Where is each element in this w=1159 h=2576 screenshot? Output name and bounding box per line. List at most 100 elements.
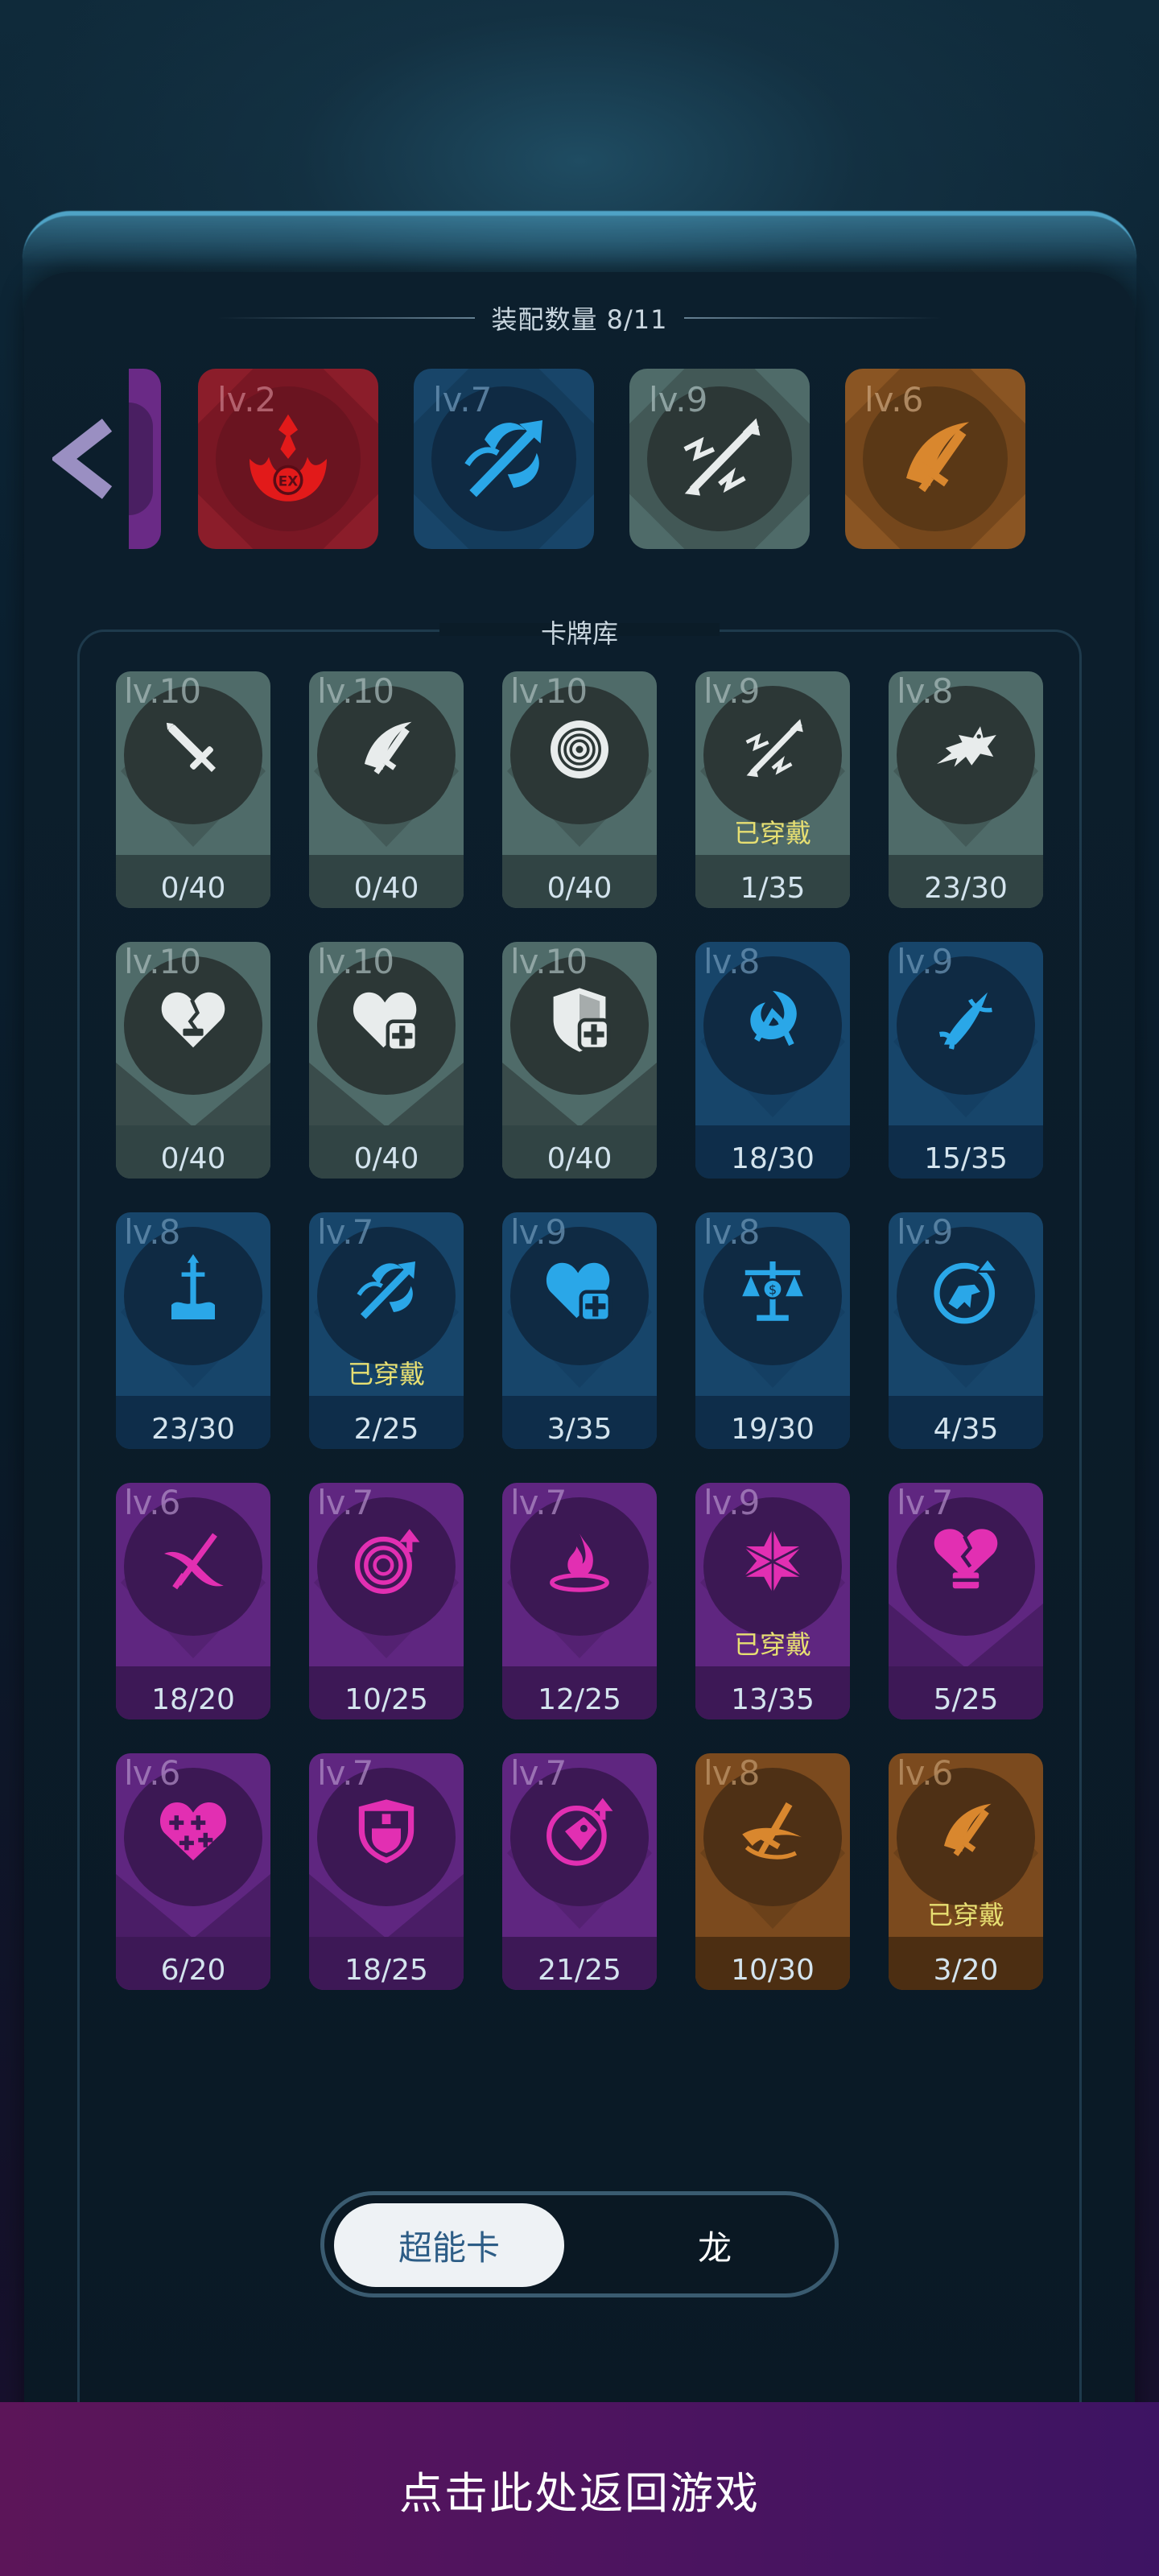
sword-icon — [157, 713, 229, 786]
card-count: 0/40 — [160, 872, 226, 905]
card-count: 23/30 — [924, 872, 1008, 905]
worn-label: 已穿戴 — [733, 1629, 811, 1660]
card-count: 0/40 — [353, 872, 419, 905]
scale-dollar-icon: $ — [736, 1254, 809, 1327]
category-toggle: 超能卡 龙 — [320, 2191, 839, 2297]
equipped-card[interactable]: lv.2 EX — [198, 369, 378, 549]
library-card[interactable]: lv.7 已穿戴 2/25 — [309, 1212, 464, 1449]
equip-count-title: 装配数量 8/11 — [491, 304, 668, 335]
library-card[interactable]: lv.9 已穿戴 13/35 — [695, 1483, 850, 1719]
card-count: 15/35 — [924, 1142, 1008, 1175]
card-level: lv.8 — [897, 671, 953, 711]
card-level: lv.9 — [897, 942, 953, 981]
library-card[interactable]: lv.10 0/40 — [116, 942, 270, 1179]
sword-slash-icon — [930, 1795, 1002, 1868]
library-card[interactable]: lv.10 0/40 — [309, 942, 464, 1179]
chevron-left-icon[interactable] — [50, 417, 119, 501]
equipped-card[interactable]: lv.7 — [414, 369, 594, 549]
library-card[interactable]: lv.9 已穿戴 1/35 — [695, 671, 850, 908]
card-library-title: 卡牌库 — [540, 618, 618, 649]
library-card[interactable]: lv.7 12/25 — [502, 1483, 657, 1719]
card-level: lv.6 — [124, 1753, 180, 1793]
heart-multi-plus-icon — [157, 1795, 229, 1868]
library-card[interactable]: lv.10 0/40 — [502, 942, 657, 1179]
sword-slash-icon — [350, 713, 423, 786]
library-card[interactable]: lv.8 18/30 — [695, 942, 850, 1179]
lightning-arrow-icon — [736, 713, 809, 786]
card-count: 13/35 — [731, 1683, 815, 1716]
library-card[interactable]: lv.10 0/40 — [502, 671, 657, 908]
tab-super-cards[interactable]: 超能卡 — [334, 2203, 564, 2287]
card-level: lv.10 — [510, 671, 588, 711]
card-count: 21/25 — [538, 1954, 621, 1987]
library-card[interactable]: lv.7 21/25 — [502, 1753, 657, 1990]
card-level: lv.6 — [897, 1753, 953, 1793]
card-level: lv.10 — [317, 671, 394, 711]
card-level: lv.8 — [703, 1212, 760, 1252]
card-level: lv.8 — [703, 1753, 760, 1793]
lightning-arrow-icon — [671, 411, 768, 507]
worn-label: 已穿戴 — [347, 1359, 425, 1389]
worn-label: 已穿戴 — [733, 818, 811, 848]
card-count: 4/35 — [933, 1413, 999, 1446]
card-level: lv.8 — [124, 1212, 180, 1252]
card-count: 18/25 — [344, 1954, 428, 1987]
target-up-icon — [350, 1525, 423, 1597]
library-card[interactable]: lv.8 10/30 — [695, 1753, 850, 1990]
card-count: 0/40 — [353, 1142, 419, 1175]
equipped-card-partial[interactable] — [129, 369, 161, 549]
card-level: lv.9 — [897, 1212, 953, 1252]
shield-plus-icon — [543, 984, 616, 1056]
hex-star-icon — [736, 1525, 809, 1597]
library-card[interactable]: lv.7 18/25 — [309, 1753, 464, 1990]
tab-dragon[interactable]: 龙 — [600, 2203, 830, 2287]
return-to-game-button[interactable]: 点击此处返回游戏 — [0, 2402, 1159, 2576]
return-to-game-label: 点击此处返回游戏 — [399, 2467, 760, 2519]
card-count: 5/25 — [933, 1683, 999, 1716]
card-count: 19/30 — [731, 1413, 815, 1446]
equipped-card[interactable]: lv.9 — [629, 369, 810, 549]
dragon-swirl-icon — [736, 984, 809, 1056]
card-level: lv.8 — [703, 942, 760, 981]
target-rings-icon — [543, 713, 616, 786]
card-count: 10/30 — [731, 1954, 815, 1987]
card-count: 0/40 — [547, 1142, 612, 1175]
card-level: lv.6 — [124, 1483, 180, 1522]
card-level: lv.7 — [510, 1483, 567, 1522]
card-count: 3/20 — [933, 1954, 999, 1987]
sword-slash-icon — [887, 411, 984, 507]
fire-pool-icon — [543, 1525, 616, 1597]
library-card[interactable]: lv.8 23/30 — [889, 671, 1043, 908]
library-card[interactable]: lv.8 $ 19/30 — [695, 1212, 850, 1449]
library-card[interactable]: lv.6 18/20 — [116, 1483, 270, 1719]
fire-arrow-icon — [350, 1254, 423, 1327]
heart-plus-icon — [350, 984, 423, 1056]
library-card[interactable]: lv.9 15/35 — [889, 942, 1043, 1179]
library-card[interactable]: lv.6 6/20 — [116, 1753, 270, 1990]
card-count: 18/20 — [151, 1683, 235, 1716]
library-card[interactable]: lv.7 10/25 — [309, 1483, 464, 1719]
tag-up-icon — [543, 1795, 616, 1868]
card-level: lv.7 — [510, 1753, 567, 1793]
card-level: lv.9 — [703, 671, 760, 711]
card-level: lv.7 — [317, 1483, 373, 1522]
library-card[interactable]: lv.10 0/40 — [309, 671, 464, 908]
card-count: 10/25 — [344, 1683, 428, 1716]
library-card[interactable]: lv.6 已穿戴 3/20 — [889, 1753, 1043, 1990]
library-card[interactable]: lv.9 4/35 — [889, 1212, 1043, 1449]
card-level: lv.9 — [703, 1483, 760, 1522]
heart-plus-icon — [543, 1254, 616, 1327]
dino-up-icon — [930, 1254, 1002, 1327]
card-count: 1/35 — [740, 872, 806, 905]
worn-label: 已穿戴 — [926, 1900, 1004, 1930]
library-card[interactable]: lv.7 5/25 — [889, 1483, 1043, 1719]
library-card[interactable]: lv.10 0/40 — [116, 671, 270, 908]
card-count: 18/30 — [731, 1142, 815, 1175]
library-card[interactable]: lv.8 23/30 — [116, 1212, 270, 1449]
equipped-card[interactable]: lv.6 — [845, 369, 1025, 549]
card-level: lv.10 — [124, 942, 201, 981]
library-card[interactable]: lv.9 3/35 — [502, 1212, 657, 1449]
cross-swords-icon — [157, 1525, 229, 1597]
heart-potion-icon — [930, 1525, 1002, 1597]
card-count: 2/25 — [353, 1413, 419, 1446]
